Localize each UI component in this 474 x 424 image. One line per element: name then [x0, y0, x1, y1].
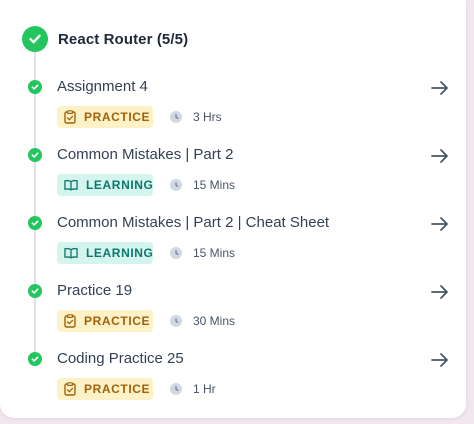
badge-label: PRACTICE [84, 314, 151, 328]
arrow-right-icon[interactable] [429, 213, 451, 235]
open-book-icon [64, 178, 78, 192]
duration-text: 30 Mins [193, 314, 236, 328]
arrow-right-icon[interactable] [429, 145, 451, 167]
duration-text: 1 Hr [193, 382, 216, 396]
clock-icon [170, 315, 182, 327]
item-title[interactable]: Coding Practice 25 [57, 350, 184, 367]
list-item[interactable]: Common Mistakes | Part 2 | Cheat Sheet L… [0, 213, 466, 278]
duration-text: 15 Mins [193, 246, 236, 260]
clipboard-check-icon [64, 110, 76, 124]
duration-text: 3 Hrs [193, 110, 222, 124]
check-circle-icon [28, 216, 42, 230]
list-item[interactable]: Assignment 4 PRACTICE 3 Hrs [0, 77, 466, 142]
list-item[interactable]: Practice 19 PRACTICE 30 Mins [0, 281, 466, 346]
type-badge: PRACTICE [57, 310, 153, 332]
clipboard-check-icon [64, 382, 76, 396]
course-section-card: React Router (5/5) Assignment 4 PRACTICE… [0, 0, 466, 418]
clock-icon [170, 383, 182, 395]
clock-icon [170, 247, 182, 259]
clock-icon [170, 179, 182, 191]
arrow-right-icon[interactable] [429, 349, 451, 371]
type-badge: PRACTICE [57, 378, 153, 400]
badge-label: PRACTICE [84, 382, 151, 396]
check-circle-icon [22, 26, 48, 52]
check-circle-icon [28, 352, 42, 366]
item-title[interactable]: Common Mistakes | Part 2 | Cheat Sheet [57, 214, 329, 231]
list-item[interactable]: Coding Practice 25 PRACTICE 1 Hr [0, 349, 466, 414]
item-title[interactable]: Assignment 4 [57, 78, 148, 95]
open-book-icon [64, 246, 78, 260]
check-circle-icon [28, 148, 42, 162]
item-title[interactable]: Common Mistakes | Part 2 [57, 146, 233, 163]
section-title: React Router (5/5) [58, 30, 189, 48]
list-item[interactable]: Common Mistakes | Part 2 LEARNING 15 Min… [0, 145, 466, 210]
check-circle-icon [28, 284, 42, 298]
duration-text: 15 Mins [193, 178, 236, 192]
type-badge: LEARNING [57, 242, 153, 264]
type-badge: LEARNING [57, 174, 153, 196]
badge-label: LEARNING [86, 178, 154, 192]
badge-label: PRACTICE [84, 110, 151, 124]
section-header[interactable]: React Router (5/5) [22, 26, 188, 52]
clipboard-check-icon [64, 314, 76, 328]
item-title[interactable]: Practice 19 [57, 282, 132, 299]
arrow-right-icon[interactable] [429, 281, 451, 303]
type-badge: PRACTICE [57, 106, 153, 128]
clock-icon [170, 111, 182, 123]
check-circle-icon [28, 80, 42, 94]
arrow-right-icon[interactable] [429, 77, 451, 99]
badge-label: LEARNING [86, 246, 154, 260]
